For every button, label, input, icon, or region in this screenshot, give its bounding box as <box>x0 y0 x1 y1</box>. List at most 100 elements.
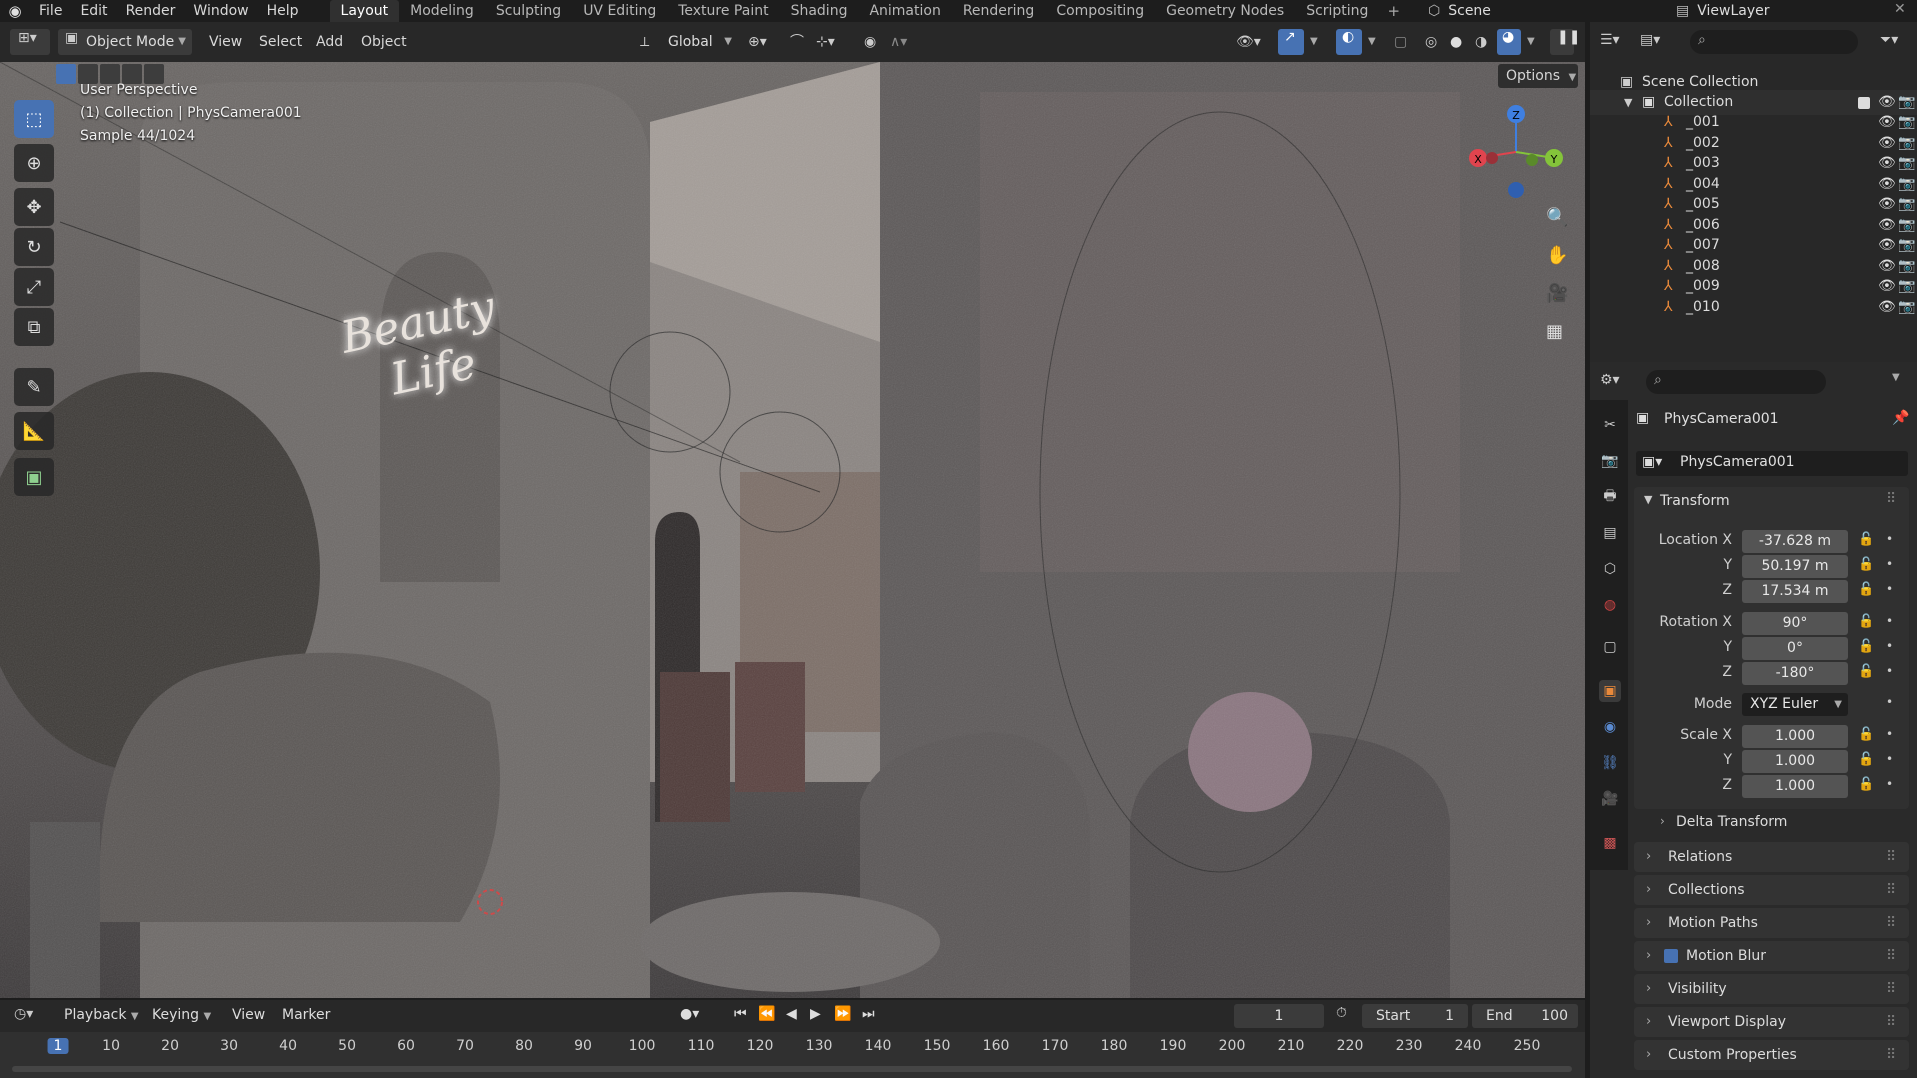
tab-animation[interactable]: Animation <box>858 0 951 22</box>
scale-z-field[interactable]: 1.000 <box>1742 775 1848 798</box>
select-intersect-icon[interactable] <box>144 64 164 84</box>
select-invert-icon[interactable] <box>122 64 142 84</box>
menu-file[interactable]: File <box>30 0 71 22</box>
perspective-toggle-icon[interactable]: ▦ <box>1546 321 1563 342</box>
overlay-toggle[interactable]: ◐ <box>1336 29 1362 55</box>
options-dropdown[interactable]: Options ▼ <box>1498 64 1578 88</box>
timeline-ruler[interactable]: 1 10 20 30 40 50 60 70 80 90 100 110 120 130 140 150 160… <box>0 1032 1585 1078</box>
lock-icon[interactable]: 🔓 <box>1858 532 1874 547</box>
menu-marker[interactable]: Marker <box>282 1007 330 1023</box>
camera-view-icon[interactable]: 🎥 <box>1546 283 1568 304</box>
material-shading-icon[interactable]: ◑ <box>1475 29 1487 55</box>
next-keyframe-icon[interactable]: ⏩ <box>834 1006 851 1022</box>
play-icon[interactable]: ▶ <box>810 1006 821 1022</box>
xray-icon[interactable]: ▢ <box>1394 29 1407 55</box>
menu-add[interactable]: Add <box>316 29 343 55</box>
lock-icon[interactable]: 🔓 <box>1858 557 1874 572</box>
scene-tab[interactable]: ⬡ <box>1599 558 1621 580</box>
keyframe-dot-icon[interactable]: • <box>1886 557 1893 571</box>
output-tab[interactable]: 🖶 <box>1599 486 1621 508</box>
proportional-edit-icon[interactable]: ◉ <box>864 29 876 55</box>
select-extend-icon[interactable] <box>78 64 98 84</box>
stopwatch-icon[interactable]: ⏱ <box>1336 1005 1347 1021</box>
drag-handle-icon[interactable]: ⠿ <box>1886 908 1896 938</box>
tool-tab[interactable]: ✂ <box>1599 414 1621 436</box>
view-layer-tab[interactable]: ▤ <box>1599 522 1621 544</box>
wireframe-shading-icon[interactable]: ◎ <box>1425 29 1437 55</box>
close-icon[interactable]: ✕ <box>1894 1 1906 17</box>
tab-modeling[interactable]: Modeling <box>399 0 485 22</box>
keyframe-dot-icon[interactable]: • <box>1886 752 1893 766</box>
gizmo-toggle[interactable]: ↗ <box>1278 29 1304 55</box>
blender-logo-icon[interactable]: ◉ <box>0 2 30 20</box>
render-tab[interactable]: 📷 <box>1599 450 1621 472</box>
tab-sculpting[interactable]: Sculpting <box>485 0 572 22</box>
chevron-down-icon[interactable]: ▼ <box>1527 29 1535 55</box>
scale-x-field[interactable]: 1.000 <box>1742 725 1848 748</box>
collection-tab[interactable]: ▢ <box>1599 636 1621 658</box>
world-tab[interactable]: ◍ <box>1599 594 1621 616</box>
select-box-tool[interactable]: ⬚ <box>14 100 54 138</box>
snap-icon[interactable]: ⌒ <box>790 29 804 55</box>
keyframe-dot-icon[interactable]: • <box>1886 639 1893 653</box>
panel-motion-blur[interactable]: › Motion Blur ⠿ <box>1634 941 1909 971</box>
scale-tool[interactable]: ⤢ <box>14 268 54 306</box>
chevron-down-icon[interactable]: ▼ <box>1310 29 1318 55</box>
outliner-search-input[interactable]: ⌕ <box>1690 30 1858 54</box>
rotation-mode-dropdown[interactable]: XYZ Euler ▼ <box>1742 693 1848 716</box>
zoom-icon[interactable]: 🔍 <box>1546 207 1568 228</box>
chevron-down-icon[interactable]: ▼ <box>1892 372 1900 383</box>
rotation-z-field[interactable]: -180° <box>1742 662 1848 685</box>
transform-panel-header[interactable]: ▼ Transform ⠿ <box>1634 487 1909 517</box>
data-tab[interactable]: 🎥 <box>1599 788 1621 810</box>
record-icon[interactable]: ●▾ <box>680 1006 699 1022</box>
drag-handle-icon[interactable]: ⠿ <box>1886 974 1896 1004</box>
current-frame-field[interactable]: 1 <box>1234 1004 1324 1028</box>
menu-view[interactable]: View <box>209 29 242 55</box>
jump-start-icon[interactable]: ⏮ <box>734 1006 747 1022</box>
navigation-gizmo[interactable]: Z X Y <box>1460 96 1570 206</box>
lock-icon[interactable]: 🔓 <box>1858 777 1874 792</box>
visibility-icon[interactable]: 👁▾ <box>1236 29 1261 55</box>
rotate-tool[interactable]: ↻ <box>14 228 54 266</box>
location-y-field[interactable]: 50.197 m <box>1742 555 1848 578</box>
eye-icon[interactable]: 👁 <box>1878 295 1896 320</box>
tab-rendering[interactable]: Rendering <box>952 0 1046 22</box>
motion-blur-checkbox[interactable] <box>1664 949 1678 963</box>
prev-keyframe-icon[interactable]: ⏪ <box>758 1006 775 1022</box>
lock-icon[interactable]: 🔓 <box>1858 664 1874 679</box>
outliner-row-object[interactable]: ⅄ _010 👁 📷 <box>1590 295 1917 320</box>
properties-search-input[interactable]: ⌕ <box>1646 370 1826 394</box>
drag-handle-icon[interactable]: ⠿ <box>1886 491 1896 507</box>
scene-selector[interactable]: ⬡ Scene <box>1428 0 1598 22</box>
end-frame-field[interactable]: End 100 <box>1472 1004 1578 1028</box>
render-camera-icon[interactable]: 📷 <box>1898 295 1915 320</box>
keyframe-dot-icon[interactable]: • <box>1886 532 1893 546</box>
drag-handle-icon[interactable]: ⠿ <box>1886 1007 1896 1037</box>
timeline-editor-type-icon[interactable]: ◷▾ <box>14 1006 33 1022</box>
menu-playback[interactable]: Playback ▼ <box>64 1007 139 1023</box>
modifiers-tab[interactable]: ◉ <box>1599 716 1621 738</box>
object-datablock-field[interactable]: ▣▾ PhysCamera001 <box>1636 451 1908 476</box>
tab-geometry-nodes[interactable]: Geometry Nodes <box>1155 0 1295 22</box>
mode-dropdown[interactable]: ▣ Object Mode ▼ <box>58 29 192 55</box>
tab-shading[interactable]: Shading <box>780 0 859 22</box>
chevron-down-icon[interactable]: ▼ <box>1368 29 1376 55</box>
rotation-y-field[interactable]: 0° <box>1742 637 1848 660</box>
editor-type-dropdown[interactable]: ⊞▾ <box>10 29 50 55</box>
menu-help[interactable]: Help <box>258 0 308 22</box>
tab-layout[interactable]: Layout <box>329 0 400 22</box>
drag-handle-icon[interactable]: ⠿ <box>1886 875 1896 905</box>
pin-icon[interactable]: 📌 <box>1892 410 1909 426</box>
snap-target-icon[interactable]: ⊹▾ <box>816 29 835 55</box>
drag-handle-icon[interactable]: ⠿ <box>1886 941 1896 971</box>
pause-render-button[interactable]: ❚❚ <box>1550 29 1580 55</box>
timeline-scrollbar[interactable] <box>12 1066 1572 1072</box>
panel-custom-properties[interactable]: › Custom Properties ⠿ <box>1634 1040 1909 1070</box>
keyframe-dot-icon[interactable]: • <box>1886 777 1893 791</box>
location-z-field[interactable]: 17.534 m <box>1742 580 1848 603</box>
drag-handle-icon[interactable]: ⠿ <box>1886 1040 1896 1070</box>
3d-viewport[interactable]: Beauty Life User Perspective (1) Collect… <box>0 62 1585 998</box>
annotate-tool[interactable]: ✎ <box>14 368 54 406</box>
solid-shading-icon[interactable]: ● <box>1450 29 1462 55</box>
